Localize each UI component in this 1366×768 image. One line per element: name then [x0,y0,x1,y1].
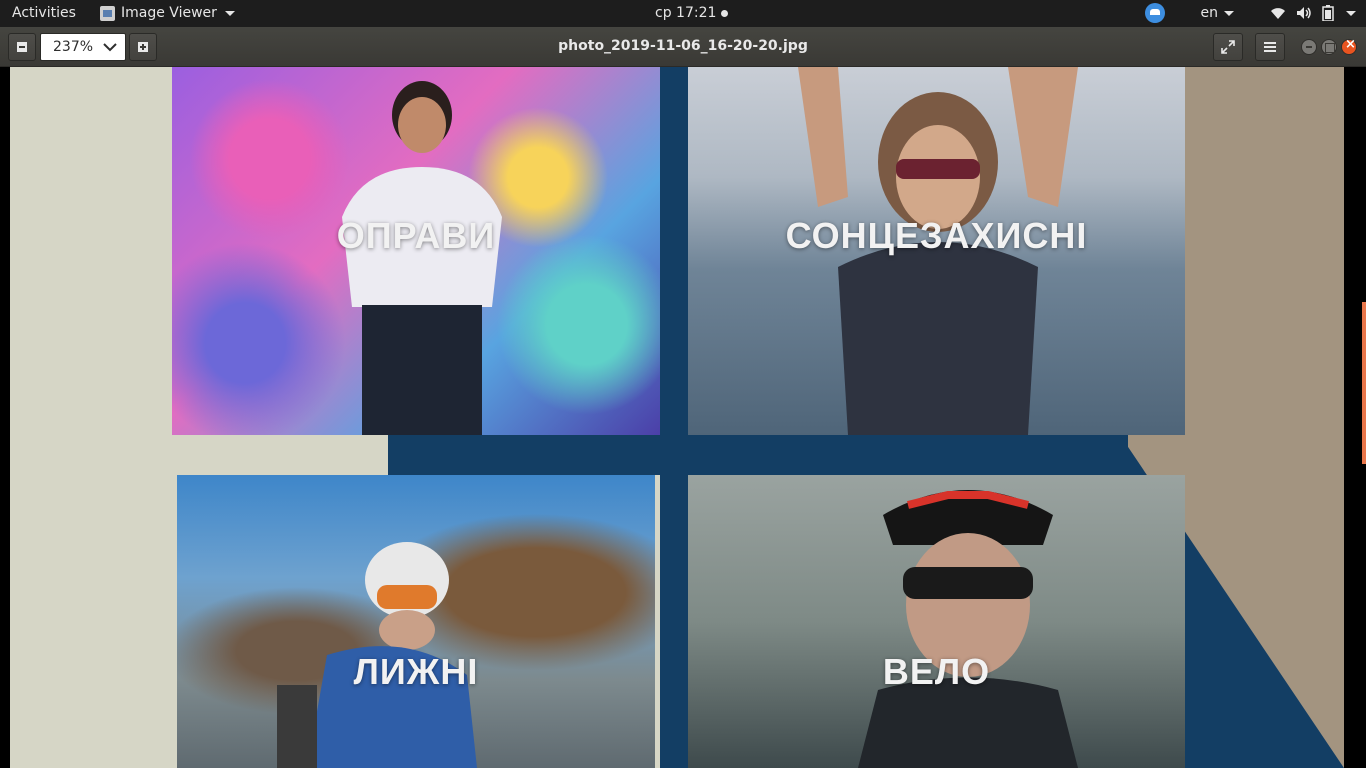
language-label: en [1200,5,1219,21]
zoom-level-combo[interactable]: 237% [40,33,126,61]
minus-icon [17,42,27,52]
tray-app-indicator-icon[interactable] [1144,3,1165,23]
app-menu[interactable]: Image Viewer [100,5,235,21]
category-tile-frames: ОПРАВИ [172,67,660,435]
plus-icon [138,42,148,52]
chevron-down-icon [103,43,117,52]
clock[interactable]: ср 17:21 [655,5,729,21]
chevron-down-icon [1224,10,1234,16]
system-top-bar: Activities Image Viewer ср 17:21 en [0,0,1366,27]
viewer-header-bar: 237% photo_2019-11-06_16-20-20.jpg [0,27,1366,67]
image-canvas[interactable]: ОПРАВИ СОНЦЕЗАХИСНІ ЛИЖНІ ВЕЛО [0,67,1366,768]
navy-divider-horizontal [388,435,1128,475]
close-window-button[interactable] [1341,37,1357,55]
activities-button[interactable]: Activities [12,5,76,21]
app-menu-label: Image Viewer [121,5,217,21]
language-indicator[interactable]: en [1200,5,1234,21]
system-tray: en [1144,3,1356,23]
image-viewer-app-icon [100,5,115,21]
category-tile-ski: ЛИЖНІ [177,475,655,768]
tile-label-sunglasses: СОНЦЕЗАХИСНІ [785,215,1088,256]
zoom-level-value: 237% [53,39,94,55]
category-tile-sunglasses: СОНЦЕЗАХИСНІ [688,67,1185,435]
hamburger-icon [1264,42,1276,52]
tile-label-bike: ВЕЛО [882,651,991,692]
system-menu-chevron-icon[interactable] [1346,10,1356,16]
chevron-down-icon [224,10,235,16]
vertical-scrollbar[interactable] [1362,302,1366,464]
wifi-icon[interactable] [1270,6,1286,20]
maximize-window-button[interactable] [1321,39,1337,55]
category-tile-bike: ВЕЛО [688,475,1185,768]
notification-dot-icon [721,9,729,17]
minimize-window-button[interactable] [1301,39,1317,55]
battery-icon[interactable] [1322,5,1334,21]
displayed-photo: ОПРАВИ СОНЦЕЗАХИСНІ ЛИЖНІ ВЕЛО [10,67,1344,768]
person-photo [858,490,1078,768]
clock-label: ср 17:21 [655,5,717,21]
window-title: photo_2019-11-06_16-20-20.jpg [558,38,808,54]
fullscreen-icon [1221,40,1235,54]
volume-icon[interactable] [1296,6,1312,20]
zoom-out-button[interactable] [8,33,36,61]
hamburger-menu-button[interactable] [1255,33,1285,61]
tile-label-frames: ОПРАВИ [336,215,496,256]
tile-label-ski: ЛИЖНІ [353,651,479,692]
fullscreen-button[interactable] [1213,33,1243,61]
navy-divider-vertical [660,67,690,768]
zoom-in-button[interactable] [129,33,157,61]
